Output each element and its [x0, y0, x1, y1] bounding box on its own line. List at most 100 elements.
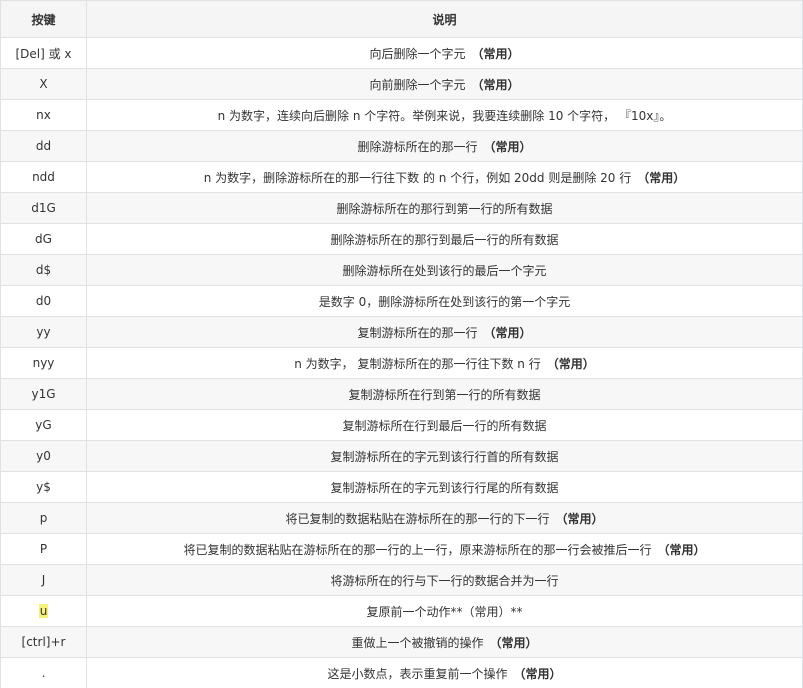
common-usage-badge: （常用） — [483, 325, 532, 340]
command-key: dd — [35, 139, 52, 153]
command-description-cell: 这是小数点，表示重复前一个操作 （常用） — [86, 657, 803, 688]
common-usage-badge: （常用） — [513, 666, 562, 681]
command-description: 删除游标所在的那行到第一行的所有数据 — [336, 201, 553, 216]
table-body: [Del] 或 x 向后删除一个字元 （常用） X 向前删除一个字元 （常用） nx n 为数… — [0, 37, 803, 688]
common-usage-badge: （常用） — [637, 170, 686, 185]
command-description: 这是小数点，表示重复前一个操作 — [327, 666, 508, 681]
common-usage-badge: （常用） — [471, 46, 520, 61]
command-key: yy — [36, 325, 51, 339]
table-row: [Del] 或 x 向后删除一个字元 （常用） — [0, 37, 803, 69]
command-description-cell: 复制游标所在的字元到该行行首的所有数据 — [86, 440, 803, 472]
command-description-cell: 删除游标所在的那一行 （常用） — [86, 130, 803, 162]
command-description-cell: 将已复制的数据粘贴在游标所在的那一行的下一行 （常用） — [86, 502, 803, 534]
command-description: 删除游标所在处到该行的最后一个字元 — [342, 263, 547, 278]
command-key: P — [39, 542, 48, 556]
table-row: dd 删除游标所在的那一行 （常用） — [0, 130, 803, 162]
table-row: y$ 复制游标所在的字元到该行行尾的所有数据 — [0, 471, 803, 503]
command-description-cell: 是数字 0，删除游标所在处到该行的第一个字元 — [86, 285, 803, 317]
command-description: n 为数字，连续向后删除 n 个字符。举例来说，我要连续删除 10 个字符， 『… — [217, 108, 672, 123]
command-description: 向后删除一个字元 — [369, 46, 466, 61]
command-description-cell: 将已复制的数据粘贴在游标所在的那一行的上一行，原来游标所在的那一行会被推后一行 （… — [86, 533, 803, 565]
command-key: yG — [35, 418, 52, 432]
command-key-cell: y0 — [0, 440, 87, 472]
command-description: 将游标所在的行与下一行的数据合并为一行 — [330, 573, 559, 588]
command-key: [ctrl]+r — [21, 635, 66, 649]
table-row: yG 复制游标所在行到最后一行的所有数据 — [0, 409, 803, 441]
command-key: d0 — [35, 294, 52, 308]
command-key-cell: X — [0, 68, 87, 100]
command-key-cell: u — [0, 595, 87, 627]
vim-commands-document: 按键 说明 [Del] 或 x 向后删除一个字元 （常用） X 向前删除一个字元 （常用）… — [0, 0, 803, 688]
command-key: y1G — [31, 387, 56, 401]
command-description: 删除游标所在的那行到最后一行的所有数据 — [330, 232, 559, 247]
command-description-cell: 复制游标所在的字元到该行行尾的所有数据 — [86, 471, 803, 503]
table-row: J 将游标所在的行与下一行的数据合并为一行 — [0, 564, 803, 596]
common-usage-badge: （常用） — [489, 635, 538, 650]
command-description-cell: n 为数字，连续向后删除 n 个字符。举例来说，我要连续删除 10 个字符， 『… — [86, 99, 803, 131]
command-key: J — [41, 573, 46, 587]
table-row: X 向前删除一个字元 （常用） — [0, 68, 803, 100]
command-key-cell: ndd — [0, 161, 87, 193]
command-key: [Del] 或 x — [15, 46, 72, 61]
command-key: d$ — [35, 263, 52, 277]
command-description: 将已复制的数据粘贴在游标所在的那一行的上一行，原来游标所在的那一行会被推后一行 — [183, 542, 652, 557]
command-key-cell: dd — [0, 130, 87, 162]
table-row: yy 复制游标所在的那一行 （常用） — [0, 316, 803, 348]
common-usage-badge: （常用） — [555, 511, 604, 526]
command-key-cell: p — [0, 502, 87, 534]
command-key-cell: y1G — [0, 378, 87, 410]
command-description: n 为数字， 复制游标所在的那一行往下数 n 行 — [294, 356, 541, 371]
command-key-cell: d$ — [0, 254, 87, 286]
common-usage-badge: （常用） — [546, 356, 595, 371]
table-row: ndd n 为数字，删除游标所在的那一行往下数 的 n 个行，例如 20dd 则是… — [0, 161, 803, 193]
table-row: . 这是小数点，表示重复前一个操作 （常用） — [0, 657, 803, 688]
command-description-cell: 向后删除一个字元 （常用） — [86, 37, 803, 69]
command-key: nx — [36, 108, 51, 122]
command-key-cell: P — [0, 533, 87, 565]
command-key-cell: nyy — [0, 347, 87, 379]
command-key-cell: . — [0, 657, 87, 688]
table-row: d$ 删除游标所在处到该行的最后一个字元 — [0, 254, 803, 286]
command-description-cell: 删除游标所在处到该行的最后一个字元 — [86, 254, 803, 286]
command-description-cell: 复制游标所在行到第一行的所有数据 — [86, 378, 803, 410]
command-description-cell: 重做上一个被撤销的操作 （常用） — [86, 626, 803, 658]
table-row: nx n 为数字，连续向后删除 n 个字符。举例来说，我要连续删除 10 个字符，… — [0, 99, 803, 131]
command-key-cell: y$ — [0, 471, 87, 503]
command-description: 复制游标所在行到最后一行的所有数据 — [342, 418, 547, 433]
command-description: 是数字 0，删除游标所在处到该行的第一个字元 — [318, 294, 571, 309]
command-description-cell: 将游标所在的行与下一行的数据合并为一行 — [86, 564, 803, 596]
command-key: nyy — [32, 356, 55, 370]
command-description-cell: 复制游标所在行到最后一行的所有数据 — [86, 409, 803, 441]
table-row: dG 删除游标所在的那行到最后一行的所有数据 — [0, 223, 803, 255]
command-key: y$ — [36, 480, 51, 494]
command-key: u — [38, 604, 49, 618]
command-key-cell: yy — [0, 316, 87, 348]
command-description-cell: 删除游标所在的那行到最后一行的所有数据 — [86, 223, 803, 255]
command-key-cell: [ctrl]+r — [0, 626, 87, 658]
command-key-cell: yG — [0, 409, 87, 441]
table-row: d0 是数字 0，删除游标所在处到该行的第一个字元 — [0, 285, 803, 317]
command-description-cell: 复制游标所在的那一行 （常用） — [86, 316, 803, 348]
table-row: u 复原前一个动作**（常用）** — [0, 595, 803, 627]
command-key-cell: d1G — [0, 192, 87, 224]
command-key-cell: J — [0, 564, 87, 596]
command-description: 将已复制的数据粘贴在游标所在的那一行的下一行 — [285, 511, 550, 526]
command-key-cell: d0 — [0, 285, 87, 317]
common-usage-badge: （常用） — [657, 542, 706, 557]
header-key: 按键 — [0, 0, 87, 38]
command-key: dG — [35, 232, 52, 246]
command-description-cell: n 为数字，删除游标所在的那一行往下数 的 n 个行，例如 20dd 则是删除 … — [86, 161, 803, 193]
command-description: 删除游标所在的那一行 — [357, 139, 478, 154]
table-row: d1G 删除游标所在的那行到第一行的所有数据 — [0, 192, 803, 224]
command-description: 复制游标所在的字元到该行行尾的所有数据 — [330, 480, 559, 495]
common-usage-badge: （常用） — [483, 139, 532, 154]
command-key: d1G — [31, 201, 56, 215]
command-description: 重做上一个被撤销的操作 — [351, 635, 484, 650]
table-row: P 将已复制的数据粘贴在游标所在的那一行的上一行，原来游标所在的那一行会被推后一行… — [0, 533, 803, 565]
table-header-row: 按键 说明 — [0, 0, 803, 38]
header-description: 说明 — [86, 0, 803, 38]
vim-commands-table: 按键 说明 [Del] 或 x 向后删除一个字元 （常用） X 向前删除一个字元 （常用）… — [0, 0, 803, 688]
command-description: 复制游标所在的那一行 — [357, 325, 478, 340]
command-key: y0 — [36, 449, 51, 463]
command-key-cell: dG — [0, 223, 87, 255]
